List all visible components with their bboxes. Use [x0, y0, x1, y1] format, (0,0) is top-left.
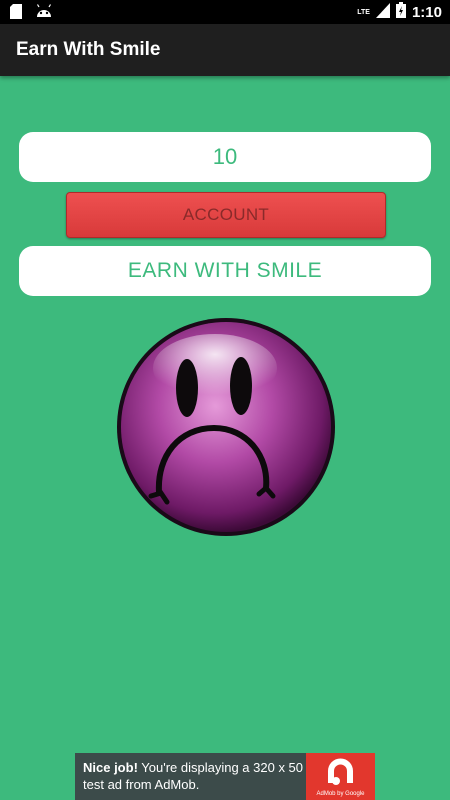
count-display: 10 — [19, 132, 431, 182]
sad-face-icon — [117, 318, 335, 536]
earn-with-smile-button[interactable]: EARN WITH SMILE — [19, 246, 431, 296]
signal-icon — [375, 2, 390, 23]
android-icon — [36, 4, 52, 24]
app-bar: Earn With Smile — [0, 24, 450, 76]
battery-icon — [395, 2, 406, 23]
ad-text: Nice job! You're displaying a 320 x 50 t… — [83, 759, 305, 793]
status-bar: LTE 1:10 — [0, 0, 450, 24]
ad-headline: Nice job! — [83, 760, 138, 775]
sad-smiley-button[interactable] — [115, 316, 337, 538]
ad-banner[interactable]: Nice job! You're displaying a 320 x 50 t… — [75, 753, 375, 800]
admob-logo[interactable]: AdMob by Google — [306, 753, 375, 800]
network-type: LTE — [357, 9, 370, 16]
app-title: Earn With Smile — [16, 39, 161, 60]
admob-icon — [328, 758, 353, 785]
account-button[interactable]: ACCOUNT — [66, 192, 386, 238]
sd-card-icon — [10, 4, 22, 24]
clock: 1:10 — [411, 4, 442, 21]
ad-brand: AdMob by Google — [316, 791, 365, 797]
